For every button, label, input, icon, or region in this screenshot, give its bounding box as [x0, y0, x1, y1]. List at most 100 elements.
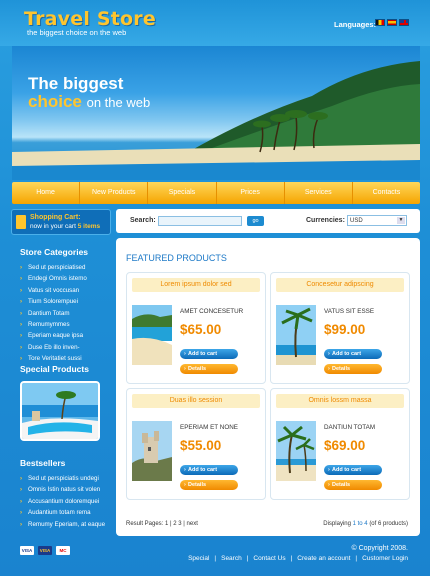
display-suffix: (of 6 products) — [369, 521, 408, 527]
product-name[interactable]: DANTIUN TOTAM — [324, 424, 375, 431]
visa-card-icon: VISA — [38, 546, 52, 555]
currency-select[interactable]: USD ▼ — [347, 215, 407, 226]
nav-home[interactable]: Home — [12, 182, 81, 204]
product-image[interactable] — [276, 305, 316, 365]
belgian-flag-icon[interactable] — [375, 19, 385, 26]
special-products-title: Special Products — [20, 364, 89, 374]
product-image[interactable] — [132, 421, 172, 481]
display-count: Displaying 1 to 4 (of 6 products) — [323, 521, 408, 527]
category-item[interactable]: Sed ut perspiciatised — [20, 262, 87, 274]
banner-highlight: choice — [28, 92, 82, 111]
cart-count: 5 — [77, 223, 82, 230]
product-card: Concesetur adipscing VATUS SIT ESSE $99.… — [270, 272, 410, 384]
details-button[interactable]: Details — [180, 480, 238, 490]
add-to-cart-button[interactable]: Add to cart — [180, 465, 238, 475]
footer-link-create-account[interactable]: Create an account — [297, 555, 350, 562]
product-card: Lorem ipsum dolor sed AMET CONCESETUR $6… — [126, 272, 266, 384]
product-card: Omnis lossm massa DANTIUN TOTAM $69.00 A… — [270, 388, 410, 500]
category-item[interactable]: Tore Veritatiet sussi — [20, 353, 87, 365]
languages-label: Languages: — [334, 20, 377, 29]
mastercard-icon: MC — [56, 546, 70, 555]
add-to-cart-button[interactable]: Add to cart — [324, 349, 382, 359]
shopping-cart-box[interactable]: Shopping Cart: now in your cart 5 items — [11, 209, 111, 235]
search-label: Search: — [130, 217, 156, 224]
product-price: $65.00 — [180, 322, 222, 337]
product-name[interactable]: EPERIAM ET NONE — [180, 424, 238, 431]
footer-link-customer-login[interactable]: Customer Login — [362, 555, 408, 562]
next-link[interactable]: next — [187, 521, 198, 527]
page-3-link[interactable]: 3 — [178, 521, 181, 527]
spanish-flag-icon[interactable] — [387, 19, 397, 26]
banner-headline-2: choice on the web — [28, 92, 150, 112]
add-to-cart-button[interactable]: Add to cart — [324, 465, 382, 475]
category-item[interactable]: Remumymmes — [20, 319, 87, 331]
palm-tree-image — [276, 305, 316, 365]
bestseller-item[interactable]: Accusantium doloremquei — [20, 496, 105, 508]
product-heading[interactable]: Duas illo session — [132, 394, 260, 408]
special-product-image[interactable] — [20, 381, 100, 441]
details-button[interactable]: Details — [180, 364, 238, 374]
hero-banner: The biggest choice on the web — [12, 46, 420, 180]
cart-icon — [16, 215, 26, 229]
product-price: $55.00 — [180, 438, 222, 453]
island-illustration — [12, 61, 420, 180]
bestseller-item[interactable]: Sed ut perspiciatis undegi — [20, 473, 105, 485]
featured-products-panel: FEATURED PRODUCTS Lorem ipsum dolor sed … — [116, 238, 420, 536]
category-item[interactable]: Eperiam eaque ipsa — [20, 330, 87, 342]
nav-new-products[interactable]: New Products — [80, 182, 149, 204]
bestsellers-list: Sed ut perspiciatis undegi Omnis Istin n… — [20, 473, 105, 530]
category-item[interactable]: Duse Eb illo inven- — [20, 342, 87, 354]
logo-title[interactable]: Travel Store — [24, 8, 156, 30]
page-1-link[interactable]: 1 — [165, 521, 168, 527]
currency-value: USD — [350, 218, 363, 224]
bestseller-item[interactable]: Audantium totam rema — [20, 507, 105, 519]
cart-prefix: now in your cart — [30, 223, 76, 230]
details-button[interactable]: Details — [324, 364, 382, 374]
nav-services[interactable]: Services — [285, 182, 353, 204]
product-name[interactable]: AMET CONCESETUR — [180, 308, 243, 315]
beach-image — [132, 305, 172, 365]
footer-links: Special | Search | Contact Us | Create an a… — [188, 555, 408, 562]
cart-status: now in your cart 5 items — [30, 223, 100, 230]
search-input[interactable] — [158, 216, 242, 226]
details-button[interactable]: Details — [324, 480, 382, 490]
bestseller-item[interactable]: Remumy Eperiam, at eaque — [20, 519, 105, 531]
product-card: Duas illo session EPERIAM ET NONE $55.00… — [126, 388, 266, 500]
search-go-button[interactable]: go — [247, 216, 264, 226]
cart-title: Shopping Cart: — [30, 214, 81, 221]
product-name[interactable]: VATUS SIT ESSE — [324, 308, 374, 315]
header: Travel Store the biggest choice on the w… — [0, 0, 430, 46]
footer-link-search[interactable]: Search — [221, 555, 242, 562]
language-flags — [375, 19, 409, 26]
display-prefix: Displaying — [323, 521, 351, 527]
bestseller-item[interactable]: Omnis Istin natus sit volen — [20, 484, 105, 496]
product-heading[interactable]: Lorem ipsum dolor sed — [132, 278, 260, 292]
resort-pool-image — [22, 383, 98, 439]
currency-label: Currencies: — [306, 217, 345, 224]
palm-beach-image — [276, 421, 316, 481]
add-to-cart-button[interactable]: Add to cart — [180, 349, 238, 359]
store-categories-title: Store Categories — [20, 247, 89, 257]
chevron-down-icon[interactable]: ▼ — [397, 217, 405, 224]
uk-flag-icon[interactable] — [399, 19, 409, 26]
product-image[interactable] — [132, 305, 172, 365]
product-heading[interactable]: Omnis lossm massa — [276, 394, 404, 408]
product-image[interactable] — [276, 421, 316, 481]
footer-link-special[interactable]: Special — [188, 555, 209, 562]
page-2-link[interactable]: 2 — [173, 521, 176, 527]
category-item[interactable]: Tium Solorempuei — [20, 296, 87, 308]
castle-image — [132, 421, 172, 481]
category-item[interactable]: Vatus sit voccusan — [20, 285, 87, 297]
visa-card-icon: VISA — [20, 546, 34, 555]
store-categories-list: Sed ut perspiciatised Endegi Omnis istem… — [20, 262, 87, 365]
payment-cards: VISA VISA MC — [20, 546, 70, 555]
nav-prices[interactable]: Prices — [217, 182, 285, 204]
footer-link-contact[interactable]: Contact Us — [253, 555, 285, 562]
product-heading[interactable]: Concesetur adipscing — [276, 278, 404, 292]
copyright: © Copyright 2008. — [351, 545, 408, 552]
nav-contacts[interactable]: Contacts — [353, 182, 420, 204]
pagination: Result Pages: 1 | 2 3 | next — [126, 521, 198, 527]
category-item[interactable]: Endegi Omnis istemo — [20, 273, 87, 285]
nav-specials[interactable]: Specials — [148, 182, 217, 204]
category-item[interactable]: Dantium Totam — [20, 308, 87, 320]
